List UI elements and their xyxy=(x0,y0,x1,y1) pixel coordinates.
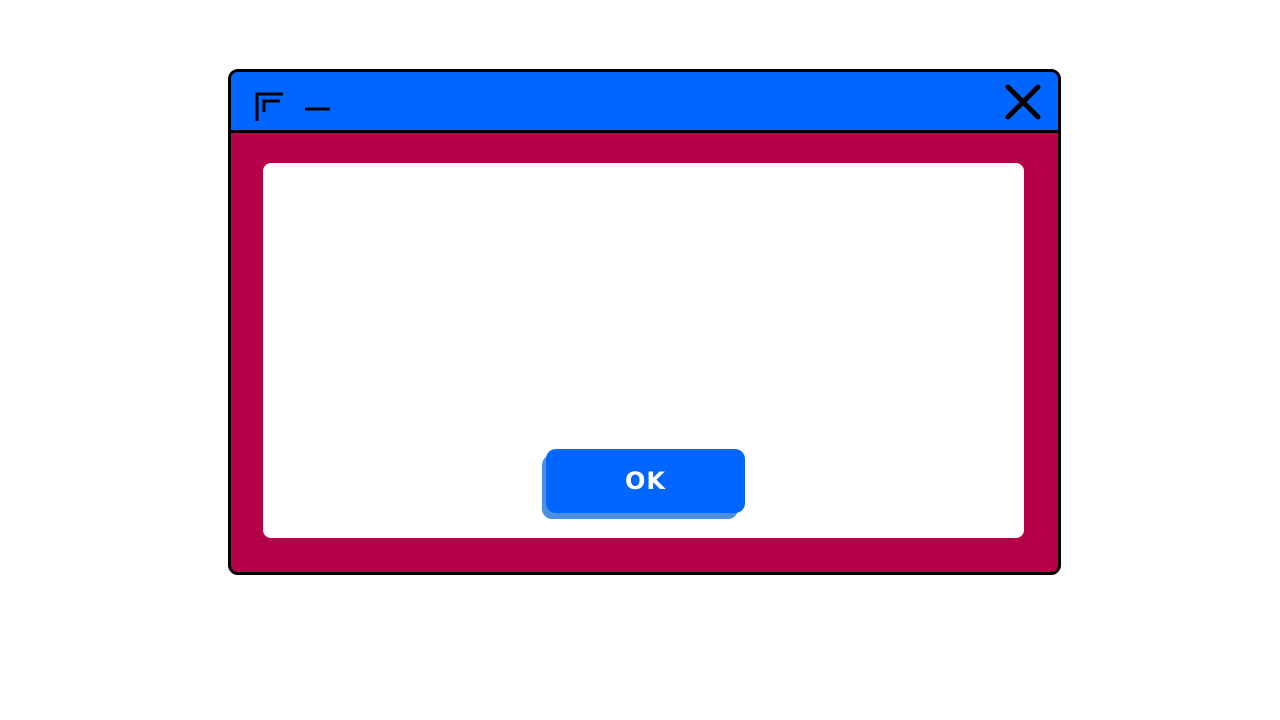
restore-icon xyxy=(255,92,283,121)
minimize-button[interactable] xyxy=(303,98,333,116)
close-icon xyxy=(1005,84,1041,120)
window-body: OK xyxy=(231,133,1058,572)
desktop-background: OK xyxy=(0,0,1280,720)
minimize-icon xyxy=(305,107,330,111)
dialog-content-panel: OK xyxy=(263,163,1024,538)
dialog-window: OK xyxy=(228,69,1061,575)
close-button[interactable] xyxy=(1003,82,1043,122)
ok-button-group: OK xyxy=(542,449,745,521)
ok-button[interactable]: OK xyxy=(546,449,745,513)
window-titlebar[interactable] xyxy=(231,72,1058,133)
restore-button[interactable] xyxy=(255,92,285,122)
